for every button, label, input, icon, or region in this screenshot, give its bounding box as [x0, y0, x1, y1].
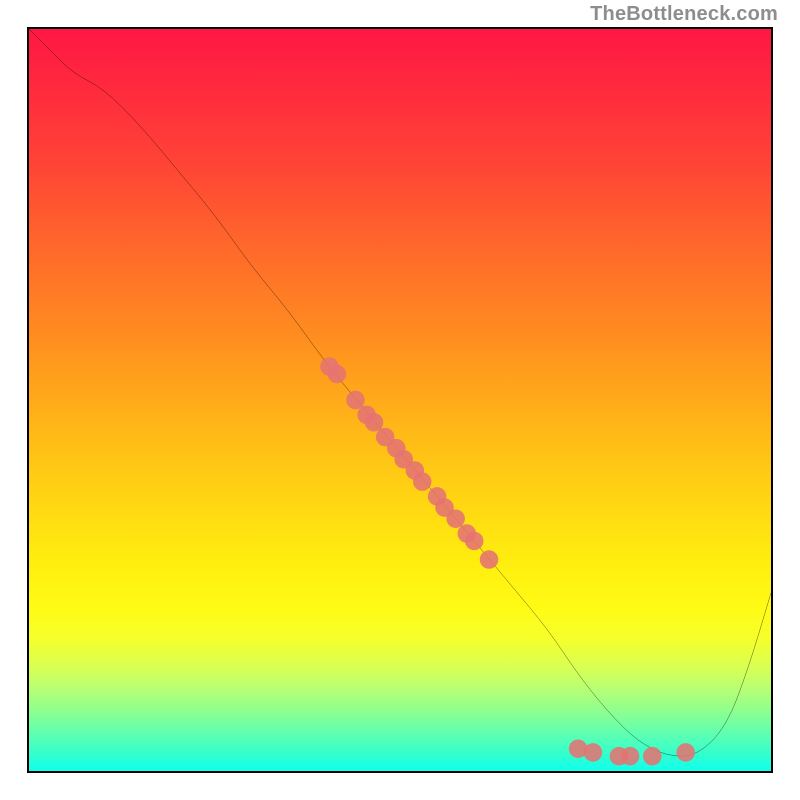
chart-markers-group: [320, 357, 695, 765]
chart-svg: [29, 29, 771, 771]
chart-marker: [328, 365, 347, 384]
chart-frame: TheBottleneck.com: [0, 0, 800, 800]
chart-curve-path: [29, 29, 771, 756]
chart-marker: [446, 509, 465, 528]
chart-marker: [365, 413, 384, 432]
chart-marker: [584, 743, 603, 762]
watermark-text: TheBottleneck.com: [590, 4, 778, 24]
chart-marker: [676, 743, 695, 762]
chart-marker: [413, 472, 432, 491]
plot-area: [27, 27, 773, 773]
chart-marker: [465, 532, 484, 551]
chart-marker: [621, 747, 640, 766]
chart-marker: [480, 550, 499, 569]
chart-marker: [346, 391, 365, 410]
chart-marker: [643, 747, 662, 766]
